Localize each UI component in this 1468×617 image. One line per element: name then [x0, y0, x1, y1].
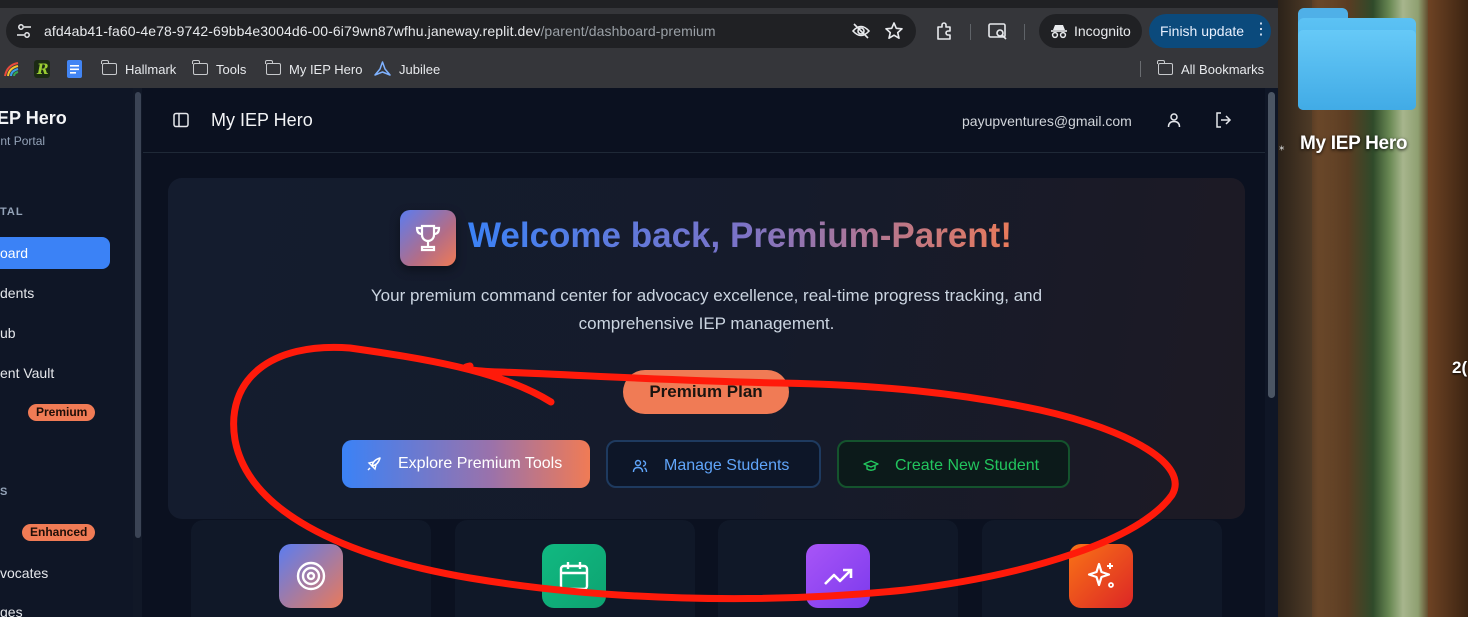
sidebar: My IEP Hero Parent Portal TAL oard dents… [0, 88, 142, 617]
rainbow-bookmark-icon[interactable] [3, 61, 20, 77]
bookmark-my-iep-hero[interactable]: My IEP Hero [265, 60, 363, 78]
app-header: My IEP Hero payupventures@gmail.com [143, 88, 1265, 153]
r-bookmark-icon[interactable]: R [34, 60, 50, 78]
url-path: /parent/dashboard-premium [540, 23, 716, 39]
browser-window: afd4ab41-fa60-4e78-9742-69bb4e3004d6-00-… [0, 0, 1278, 617]
bookmark-label: Hallmark [125, 61, 177, 77]
bookmark-jubilee[interactable]: Jubilee [374, 60, 440, 78]
toolbar-separator [1024, 24, 1025, 40]
header-user-email: payupventures@gmail.com [962, 113, 1132, 129]
tab-strip [0, 0, 1278, 8]
bookmark-hallmark[interactable]: Hallmark [101, 60, 177, 78]
tab-search-icon[interactable] [987, 20, 1009, 42]
bookmarks-separator [1140, 61, 1141, 77]
incognito-label: Incognito [1074, 23, 1131, 39]
more-menu-icon[interactable]: ⋮ [1253, 22, 1269, 38]
desktop-marker: ⁎ [1279, 141, 1285, 153]
bookmark-label: Jubilee [399, 61, 441, 77]
target-icon [296, 561, 326, 591]
graduation-cap-icon [863, 460, 879, 471]
user-icon[interactable] [1165, 111, 1183, 129]
card-icon-box [1069, 544, 1133, 608]
url-host: afd4ab41-fa60-4e78-9742-69bb4e3004d6-00-… [44, 23, 541, 39]
hero-description: Your premium command center for advocacy… [370, 286, 1043, 333]
desktop-folder-label[interactable]: My IEP Hero [1300, 133, 1408, 155]
card-icon-box [806, 544, 870, 608]
url-text[interactable]: afd4ab41-fa60-4e78-9742-69bb4e3004d6-00-… [44, 23, 716, 39]
sidebar-section-portal: TAL [0, 206, 24, 218]
sidebar-enhanced-badge: Enhanced [22, 524, 96, 541]
web-page: My IEP Hero Parent Portal TAL oard dents… [0, 88, 1278, 617]
folder-icon [265, 60, 281, 75]
jubilee-icon [374, 61, 391, 76]
site-settings-icon[interactable] [16, 23, 32, 39]
folder-icon [192, 60, 208, 75]
address-bar[interactable]: afd4ab41-fa60-4e78-9742-69bb4e3004d6-00-… [6, 14, 916, 48]
all-bookmarks[interactable]: All Bookmarks [1157, 60, 1265, 78]
manage-students-button[interactable]: Manage Students [606, 440, 821, 488]
create-new-student-button[interactable]: Create New Student [837, 440, 1070, 488]
incognito-icon [1051, 25, 1067, 39]
create-button-label: Create New Student [895, 457, 1040, 474]
sidebar-app-subtitle: Parent Portal [0, 134, 46, 148]
card-icon-box [279, 544, 343, 608]
sidebar-toggle-icon[interactable] [173, 112, 189, 128]
sidebar-premium-badge: Premium [28, 404, 96, 421]
page-scrollbar-thumb[interactable] [1268, 92, 1275, 398]
logout-icon[interactable] [1214, 111, 1232, 129]
explore-button-label: Explore Premium Tools [398, 455, 563, 472]
sidebar-scrollbar-thumb[interactable] [135, 92, 141, 538]
premium-plan-badge: Premium Plan [623, 370, 789, 414]
folder-icon [101, 60, 117, 75]
desktop-background: My IEP Hero ⁎ 2( [1278, 0, 1468, 617]
sidebar-item-students[interactable]: dents [0, 285, 34, 301]
bookmarks-bar: R Hallmark Tools My IEP Hero Jubilee All… [0, 54, 1278, 84]
toolbar-separator [970, 24, 971, 40]
card-icon-box [542, 544, 606, 608]
sidebar-app-title: My IEP Hero [0, 108, 67, 128]
sidebar-item-dashboard[interactable]: oard [0, 245, 28, 261]
explore-premium-tools-button[interactable]: Explore Premium Tools [342, 440, 590, 488]
sparkles-icon [1087, 562, 1114, 588]
all-bookmarks-label: All Bookmarks [1181, 61, 1265, 77]
header-title: My IEP Hero [211, 110, 313, 130]
manage-button-label: Manage Students [664, 457, 790, 474]
folder-icon [1157, 60, 1173, 75]
finish-update-button[interactable]: Finish update ⋮ [1149, 14, 1271, 48]
desktop-folder-icon[interactable] [1298, 8, 1416, 110]
trophy-icon [415, 224, 441, 252]
bookmark-label: My IEP Hero [289, 61, 363, 77]
sidebar-item-document-vault[interactable]: ent Vault [0, 365, 54, 381]
incognito-indicator[interactable]: Incognito [1039, 14, 1142, 48]
desktop-tree-trunk-right [1428, 0, 1468, 617]
browser-toolbar: afd4ab41-fa60-4e78-9742-69bb4e3004d6-00-… [0, 8, 1278, 54]
eye-off-icon[interactable] [851, 22, 871, 40]
bookmark-tools[interactable]: Tools [192, 60, 247, 78]
svg-text:R: R [36, 62, 49, 78]
welcome-hero: Welcome back, Premium-Parent! Your premi… [168, 178, 1245, 519]
rocket-icon [367, 457, 381, 471]
desktop-clipped-text: 2( [1452, 358, 1468, 377]
sidebar-item-messages[interactable]: ges [0, 604, 23, 617]
calendar-icon [559, 562, 589, 591]
trending-up-icon [824, 568, 853, 585]
sidebar-item-hub[interactable]: ub [0, 325, 16, 341]
users-icon [632, 459, 648, 473]
sidebar-section-second: S [0, 486, 9, 498]
extensions-icon[interactable] [934, 20, 956, 42]
trophy-badge [400, 210, 456, 266]
finish-update-label: Finish update [1160, 23, 1245, 39]
docs-bookmark-icon[interactable] [67, 60, 82, 78]
sidebar-item-advocates[interactable]: vocates [0, 565, 48, 581]
bookmark-star-icon[interactable] [884, 21, 904, 41]
welcome-heading: Welcome back, Premium-Parent! [468, 216, 1012, 255]
bookmark-label: Tools [216, 61, 247, 77]
